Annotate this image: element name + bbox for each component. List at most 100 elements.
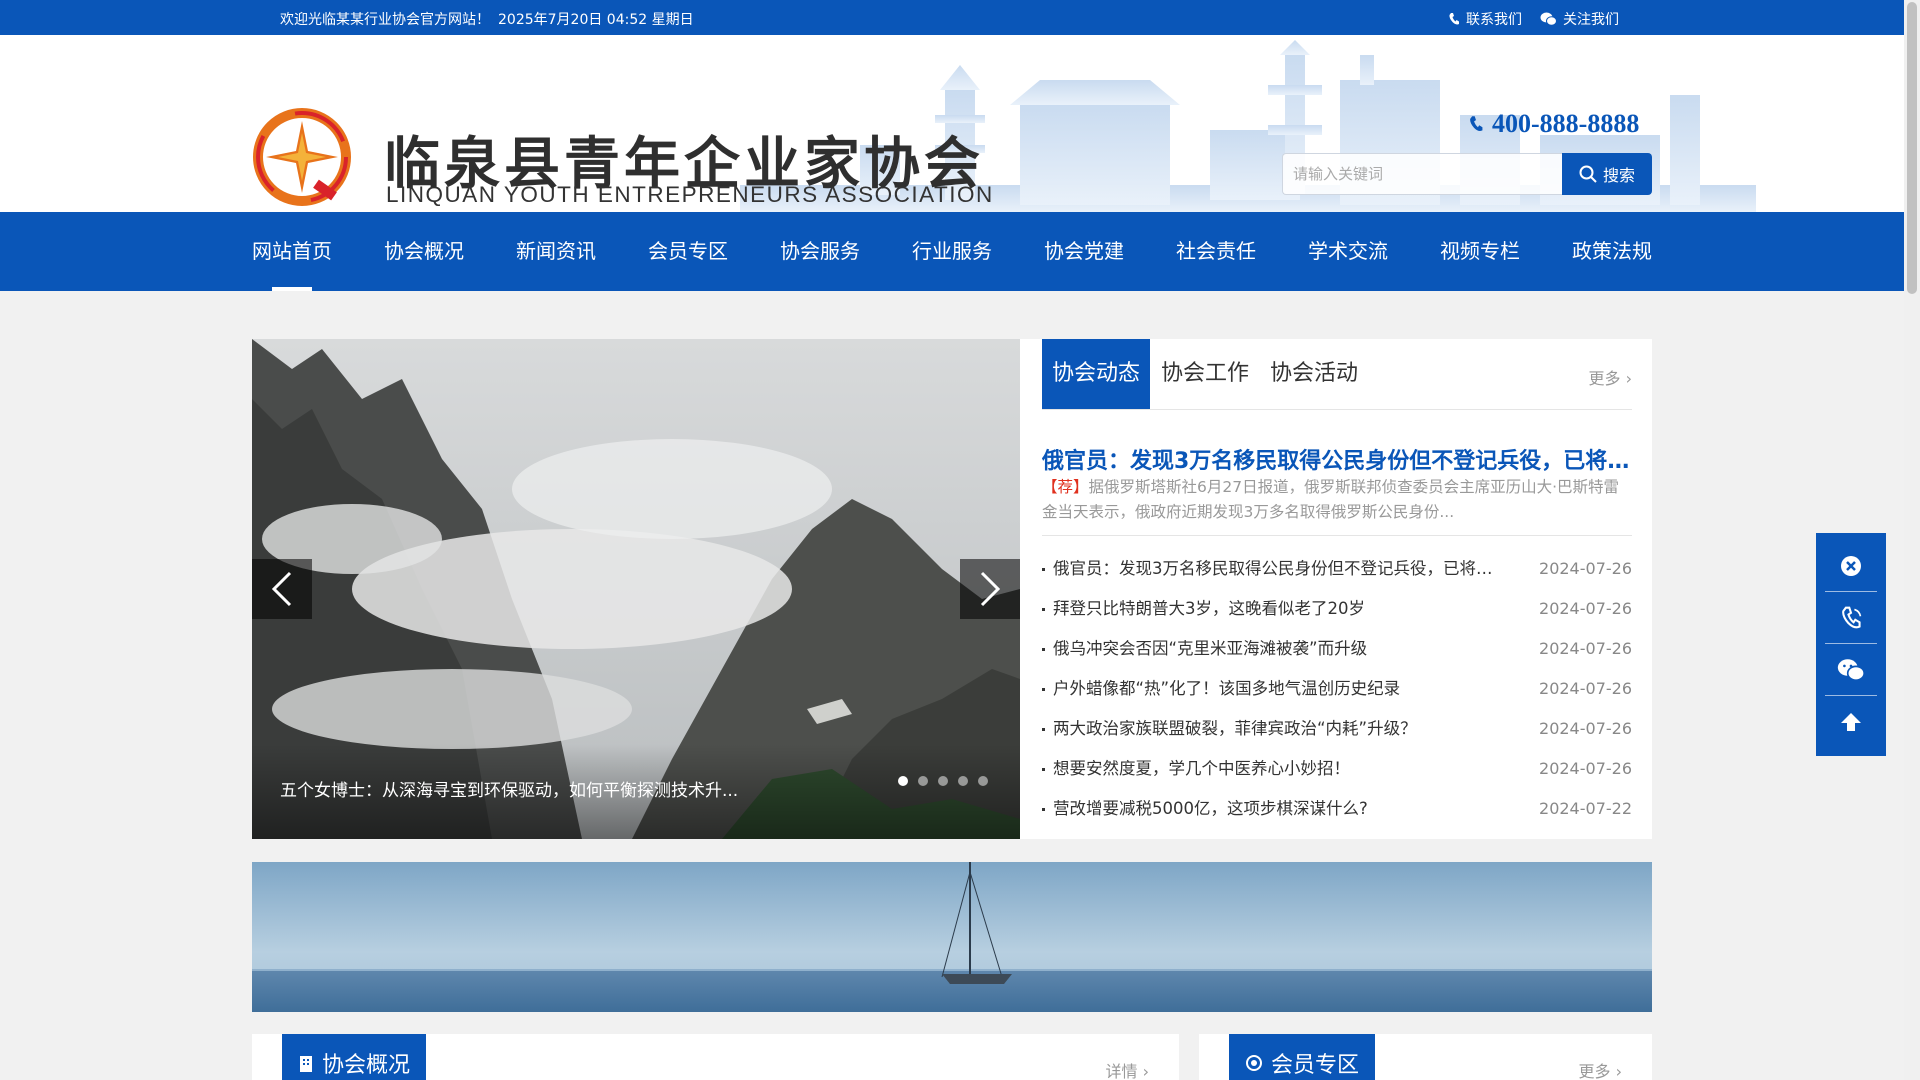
phone-icon [1449,13,1459,25]
tab-association-activities[interactable]: 协会活动 [1260,339,1368,409]
nav-item-association-services[interactable]: 协会服务 [780,212,860,291]
news-date: 2024-07-26 [1539,679,1632,698]
news-date: 2024-07-26 [1539,639,1632,658]
arrow-up-icon [1841,713,1861,731]
overview-section-header: 协会概况 [282,1034,427,1080]
nav-item-social-responsibility[interactable]: 社会责任 [1176,212,1256,291]
members-section: 会员专区 更多 › [1199,1034,1652,1080]
nav-item-policy[interactable]: 政策法规 [1572,212,1652,291]
members-more-link[interactable]: 更多 › [1579,1058,1623,1080]
contact-us-link[interactable]: 联系我们 [1448,9,1522,29]
list-item[interactable]: 户外蜡像都“热”化了！该国多地气温创历史纪录 2024-07-26 [1042,669,1632,709]
news-title[interactable]: 拜登只比特朗普大3岁，这晚看似老了20岁 [1042,589,1502,629]
featured-summary-text: 据俄罗斯塔斯社6月27日报道，俄罗斯联邦侦查委员会主席亚历山大·巴斯特雷金当天表… [1042,478,1620,521]
news-date: 2024-07-26 [1539,599,1632,618]
overview-section: 协会概况 详情 › [252,1034,1179,1080]
hotline-number: 400-888-8888 [1492,109,1640,138]
slider-dot-2[interactable] [918,776,928,786]
nav-item-industry-services[interactable]: 行业服务 [912,212,992,291]
nav-item-members[interactable]: 会员专区 [648,212,728,291]
sailboat-banner[interactable] [252,862,1652,1012]
wechat-icon [1837,658,1865,681]
slider-prev-button[interactable] [252,559,312,619]
follow-us-link[interactable]: 关注我们 [1540,9,1619,29]
image-slider: 五个女博士：从深海寻宝到环保驱动，如何平衡探测技术升... [252,339,1020,839]
list-item[interactable]: 俄乌冲突会否因“克里米亚海滩被袭”而升级 2024-07-26 [1042,629,1632,669]
follow-us-label: 关注我们 [1563,12,1619,28]
nav-item-news[interactable]: 新闻资讯 [516,212,596,291]
site-header: 临泉县青年企业家协会 LINQUAN YOUTH ENTREPRENEURS A… [0,35,1904,212]
phone-icon [1842,606,1862,628]
chevron-left-icon [271,571,292,607]
page-scrollbar[interactable] [1904,0,1920,1080]
slider-dot-4[interactable] [958,776,968,786]
search-input[interactable] [1282,153,1562,195]
search-icon [1579,165,1597,183]
search-button[interactable]: 搜索 [1562,153,1652,195]
recommend-tag: 【荐】 [1042,478,1089,496]
list-item[interactable]: 俄官员：发现3万名移民取得公民身份但不登记兵役，已将1... 2024-07-26 [1042,549,1632,589]
main-nav: 网站首页 协会概况 新闻资讯 会员专区 协会服务 行业服务 协会党建 社会责任 … [0,212,1904,291]
scrollbar-thumb[interactable] [1907,2,1917,294]
divider [1042,535,1632,536]
featured-summary: 【荐】据俄罗斯塔斯社6月27日报道，俄罗斯联邦侦查委员会主席亚历山大·巴斯特雷金… [1042,475,1632,527]
welcome-text: 欢迎光临某某行业协会官方网站！ [280,12,490,28]
float-phone-button[interactable] [1825,592,1877,644]
members-more-label: 更多 [1578,1062,1611,1080]
target-icon [1246,1055,1262,1071]
news-title[interactable]: 俄官员：发现3万名移民取得公民身份但不登记兵役，已将1... [1042,549,1502,589]
news-title[interactable]: 俄乌冲突会否因“克里米亚海滩被袭”而升级 [1042,629,1502,669]
nav-item-home[interactable]: 网站首页 [252,212,332,291]
slider-dots [898,776,988,786]
wechat-icon [1540,12,1557,26]
news-date: 2024-07-26 [1539,719,1632,738]
overview-details-label: 详情 [1105,1062,1138,1080]
top-bar: 欢迎光临某某行业协会官方网站！ 2025年7月20日 04:52 星期日 联系我… [0,0,1904,35]
members-section-title: 会员专区 [1271,1053,1360,1078]
slider-dot-1[interactable] [898,776,908,786]
phone-icon [1470,116,1483,132]
news-date: 2024-07-22 [1539,799,1632,818]
news-title[interactable]: 营改增要减税5000亿，这项步棋深谋什么? [1042,789,1502,829]
float-wechat-button[interactable] [1825,644,1877,696]
tab-association-news[interactable]: 协会动态 [1042,339,1151,409]
slider-dot-3[interactable] [938,776,948,786]
sailboat-sea-image [252,862,1652,1012]
close-float-button[interactable] [1825,540,1877,592]
building-icon [300,1056,312,1072]
nav-item-party-building[interactable]: 协会党建 [1044,212,1124,291]
list-item[interactable]: 拜登只比特朗普大3岁，这晚看似老了20岁 2024-07-26 [1042,589,1632,629]
list-item[interactable]: 想要安然度夏，学几个中医养心小妙招！ 2024-07-26 [1042,749,1632,789]
news-tabs: 协会动态 协会工作 协会活动 更多 › [1042,339,1632,410]
back-to-top-button[interactable] [1825,696,1877,748]
search-button-label: 搜索 [1602,168,1635,185]
slider-dot-5[interactable] [978,776,988,786]
members-section-header: 会员专区 [1229,1034,1376,1080]
nav-item-overview[interactable]: 协会概况 [384,212,464,291]
overview-details-link[interactable]: 详情 › [1106,1058,1150,1080]
slider-next-button[interactable] [960,559,1020,619]
news-date: 2024-07-26 [1539,759,1632,778]
nav-item-academic-exchange[interactable]: 学术交流 [1308,212,1388,291]
date-text: 2025年7月20日 04:52 星期日 [498,12,694,28]
featured-headline[interactable]: 俄官员：发现3万名移民取得公民身份但不登记兵役，已将... [1042,443,1632,475]
hotline: 400-888-8888 [1468,109,1639,139]
floating-toolbar [1816,533,1886,756]
news-title[interactable]: 两大政治家族联盟破裂，菲律宾政治“内耗”升级？ [1042,709,1502,749]
news-more-label: 更多 [1588,369,1621,388]
news-panel: 协会动态 协会工作 协会活动 更多 › 俄官员：发现3万名移民取得公民身份但不登… [1020,339,1652,839]
tab-association-work[interactable]: 协会工作 [1151,339,1259,409]
logo-english-name: LINQUAN YOUTH ENTREPRENEURS ASSOCIATION [386,182,994,207]
slide-caption[interactable]: 五个女博士：从深海寻宝到环保驱动，如何平衡探测技术升... [280,776,738,801]
news-title[interactable]: 户外蜡像都“热”化了！该国多地气温创历史纪录 [1042,669,1502,709]
chevron-right-icon [980,571,1001,607]
news-title[interactable]: 想要安然度夏，学几个中医养心小妙招！ [1042,749,1502,789]
nav-item-video[interactable]: 视频专栏 [1440,212,1520,291]
overview-section-title: 协会概况 [322,1053,411,1078]
news-list: 俄官员：发现3万名移民取得公民身份但不登记兵役，已将1... 2024-07-26… [1042,549,1632,829]
news-more-link[interactable]: 更多 › [1589,365,1633,389]
list-item[interactable]: 两大政治家族联盟破裂，菲律宾政治“内耗”升级？ 2024-07-26 [1042,709,1632,749]
list-item[interactable]: 营改增要减税5000亿，这项步棋深谋什么? 2024-07-22 [1042,789,1632,829]
association-logo-icon [253,108,351,206]
close-icon [1841,555,1861,576]
